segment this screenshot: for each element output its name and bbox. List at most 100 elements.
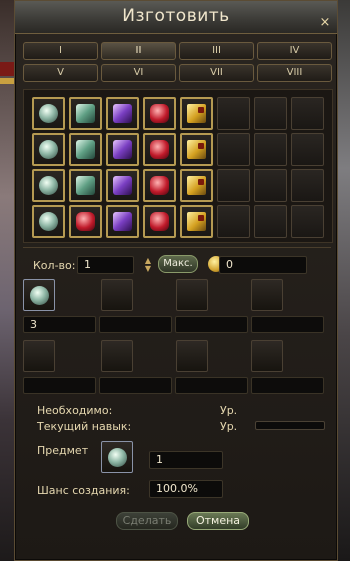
recipe-slot[interactable] — [32, 169, 65, 202]
recipe-slot[interactable] — [180, 169, 213, 202]
recipe-slot[interactable] — [217, 133, 250, 166]
quantity-stepper[interactable]: ▲ ▼ — [143, 257, 153, 275]
skill-progress-bar — [255, 421, 325, 430]
scroll-icon — [187, 176, 206, 195]
result-item-slot[interactable] — [101, 441, 133, 473]
material-count-2 — [99, 316, 172, 333]
material-slot-1[interactable] — [23, 279, 55, 311]
recipe-slot[interactable] — [143, 97, 176, 130]
success-chance-label: Шанс создания: — [37, 484, 130, 497]
item-label: Предмет — [37, 444, 89, 457]
recipe-slot[interactable] — [180, 97, 213, 130]
material-slot-3[interactable] — [176, 279, 208, 311]
recipe-slot[interactable] — [291, 205, 324, 238]
recipe-slot[interactable] — [254, 97, 287, 130]
amethyst-icon — [113, 104, 132, 123]
window-title: Изготовить — [122, 6, 230, 26]
recipe-slot[interactable] — [217, 97, 250, 130]
material-count-7 — [175, 377, 248, 394]
quantity-label: Кол-во: — [33, 259, 76, 272]
skill-level-label: Ур. — [220, 420, 238, 433]
material-slot-2[interactable] — [101, 279, 133, 311]
title-bar[interactable]: Изготовить × — [15, 1, 337, 34]
scroll-icon — [187, 104, 206, 123]
tab-7[interactable]: VII — [179, 64, 254, 82]
amethyst-icon — [113, 212, 132, 231]
ruby-icon — [150, 212, 169, 231]
amethyst-icon — [113, 140, 132, 159]
divider — [23, 247, 331, 248]
recipe-slot[interactable] — [254, 133, 287, 166]
material-count-6 — [99, 377, 172, 394]
recipe-slot[interactable] — [180, 205, 213, 238]
material-count-4 — [251, 316, 324, 333]
recipe-slot[interactable] — [254, 169, 287, 202]
recipe-slot[interactable] — [69, 169, 102, 202]
crafting-window: Изготовить × I II III IV V VI VII VIII К… — [14, 0, 338, 561]
recipe-slot[interactable] — [69, 97, 102, 130]
amethyst-icon — [113, 176, 132, 195]
material-slot-8[interactable] — [251, 340, 283, 372]
jade-icon — [76, 176, 95, 195]
recipe-slot[interactable] — [143, 133, 176, 166]
item-count-field: 1 — [149, 451, 223, 469]
create-button[interactable]: Сделать — [116, 512, 178, 530]
required-level-label: Ур. — [220, 404, 238, 417]
material-slot-5[interactable] — [23, 340, 55, 372]
recipe-slot[interactable] — [291, 169, 324, 202]
recipe-slot[interactable] — [291, 133, 324, 166]
scroll-icon — [187, 140, 206, 159]
recipe-slot[interactable] — [32, 205, 65, 238]
pearl-icon — [39, 212, 58, 231]
recipe-slot[interactable] — [106, 169, 139, 202]
cancel-button[interactable]: Отмена — [187, 512, 249, 530]
pearl-icon — [39, 104, 58, 123]
recipe-slot[interactable] — [106, 97, 139, 130]
success-chance-value: 100.0% — [149, 480, 223, 498]
material-slot-6[interactable] — [101, 340, 133, 372]
tab-8[interactable]: VIII — [257, 64, 332, 82]
recipe-slot[interactable] — [106, 133, 139, 166]
material-slot-7[interactable] — [176, 340, 208, 372]
material-count-8 — [251, 377, 324, 394]
tab-3[interactable]: III — [179, 42, 254, 60]
recipe-slot[interactable] — [217, 205, 250, 238]
material-slot-4[interactable] — [251, 279, 283, 311]
quantity-input[interactable]: 1 — [77, 256, 134, 274]
close-icon[interactable]: × — [317, 15, 333, 31]
pearl-icon — [39, 140, 58, 159]
jade-icon — [76, 104, 95, 123]
tab-1[interactable]: I — [23, 42, 98, 60]
material-count-5 — [23, 377, 96, 394]
recipe-slot[interactable] — [69, 205, 102, 238]
ruby-icon — [150, 176, 169, 195]
recipe-slot[interactable] — [180, 133, 213, 166]
recipe-slot[interactable] — [143, 205, 176, 238]
recipe-slot[interactable] — [254, 205, 287, 238]
current-skill-label: Текущий навык: — [37, 420, 132, 433]
pearl-icon — [108, 448, 127, 467]
recipe-slot[interactable] — [106, 205, 139, 238]
tab-2[interactable]: II — [101, 42, 176, 60]
pearl-icon — [30, 286, 49, 305]
tab-4[interactable]: IV — [257, 42, 332, 60]
recipe-slot[interactable] — [69, 133, 102, 166]
adena-field: 0 — [219, 256, 307, 274]
ruby-icon — [76, 212, 95, 231]
recipe-slot[interactable] — [217, 169, 250, 202]
recipe-slot[interactable] — [143, 169, 176, 202]
tab-5[interactable]: V — [23, 64, 98, 82]
pearl-icon — [39, 176, 58, 195]
scroll-icon — [187, 212, 206, 231]
recipe-grid — [23, 89, 333, 243]
jade-icon — [76, 140, 95, 159]
ruby-icon — [150, 140, 169, 159]
recipe-slot[interactable] — [291, 97, 324, 130]
material-count-1: 3 — [23, 316, 96, 333]
material-count-3 — [175, 316, 248, 333]
max-button[interactable]: Макс. — [158, 255, 198, 273]
recipe-slot[interactable] — [32, 97, 65, 130]
recipe-slot[interactable] — [32, 133, 65, 166]
ruby-icon — [150, 104, 169, 123]
tab-6[interactable]: VI — [101, 64, 176, 82]
